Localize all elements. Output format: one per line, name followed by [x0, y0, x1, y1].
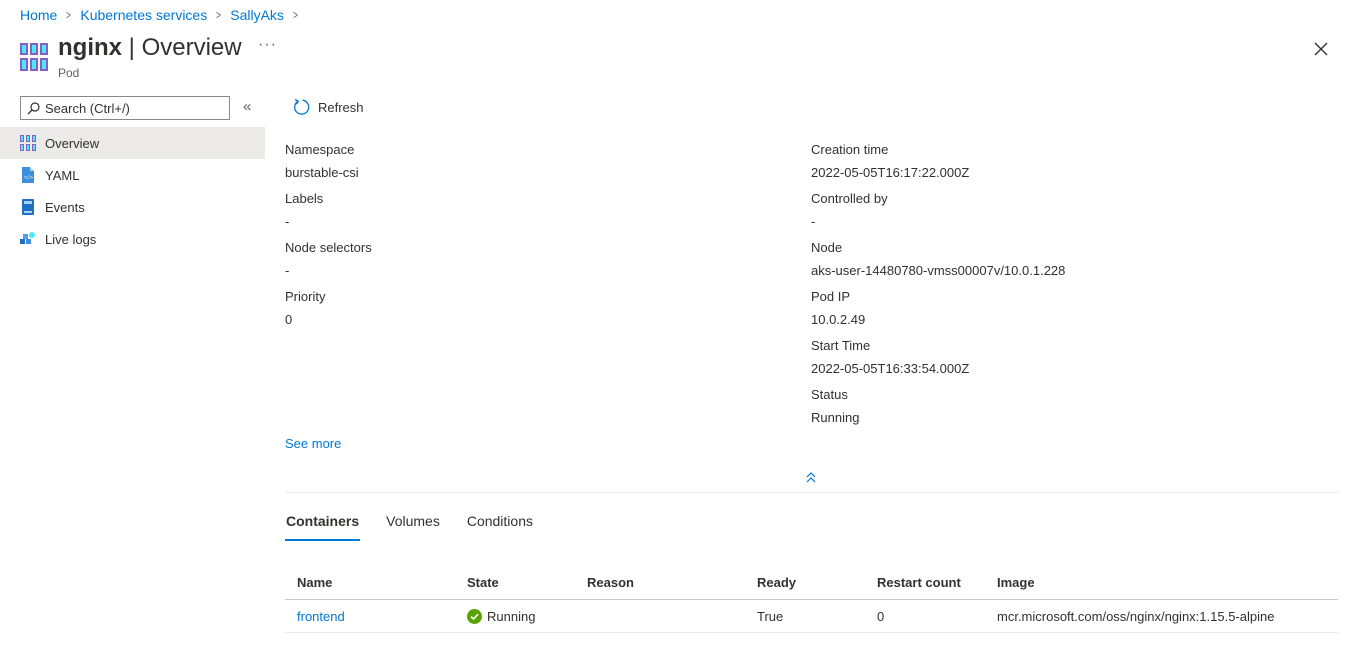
property-namespace: Namespace burstable-csi: [285, 142, 359, 180]
title-separator: |: [122, 34, 142, 61]
see-more-link[interactable]: See more: [285, 436, 341, 451]
refresh-button[interactable]: Refresh: [292, 98, 364, 116]
yaml-file-icon: </>: [22, 167, 34, 183]
refresh-label: Refresh: [318, 99, 364, 115]
property-pod-ip: Pod IP 10.0.2.49: [811, 289, 865, 327]
refresh-icon: [294, 98, 310, 115]
property-value: burstable-csi: [285, 165, 359, 180]
property-label: Status: [811, 387, 848, 402]
container-name-link[interactable]: frontend: [297, 609, 345, 624]
breadcrumb: Home > Kubernetes services > SallyAks >: [20, 7, 307, 23]
sidebar-item-overview[interactable]: Overview: [0, 127, 265, 159]
state-label: Running: [487, 608, 536, 624]
property-label: Priority: [285, 289, 326, 304]
sidebar-item-label: Live logs: [45, 231, 97, 247]
property-status: Status Running: [811, 387, 859, 425]
property-priority: Priority 0: [285, 289, 325, 327]
live-logs-icon: [20, 232, 35, 244]
breadcrumb-home[interactable]: Home: [20, 7, 57, 23]
property-value: -: [285, 214, 290, 229]
property-start-time: Start Time 2022-05-05T16:33:54.000Z: [811, 338, 969, 376]
property-creation-time: Creation time 2022-05-05T16:17:22.000Z: [811, 142, 969, 180]
resource-type: Pod: [58, 66, 80, 80]
sidebar-nav: Overview </> YAML Events Live logs: [0, 127, 265, 255]
sidebar-item-label: Events: [45, 199, 85, 215]
page-title: nginx | Overview: [58, 34, 242, 62]
cell-name: frontend: [285, 609, 455, 624]
cell-state: Running: [455, 608, 575, 624]
tab-conditions[interactable]: Conditions: [466, 513, 534, 541]
success-check-icon: [467, 608, 482, 624]
property-label: Start Time: [811, 338, 871, 353]
pod-icon: [20, 135, 36, 151]
property-value: -: [285, 263, 290, 278]
property-label: Namespace: [285, 142, 355, 157]
pod-resource-icon: [20, 43, 48, 71]
column-header-reason[interactable]: Reason: [575, 575, 745, 590]
close-icon[interactable]: [1312, 40, 1330, 58]
property-label: Controlled by: [811, 191, 888, 206]
breadcrumb-kubernetes-services[interactable]: Kubernetes services: [80, 7, 207, 23]
events-icon: [22, 199, 34, 215]
sidebar-item-events[interactable]: Events: [0, 191, 265, 223]
column-header-ready[interactable]: Ready: [745, 575, 865, 590]
svg-text:</>: </>: [24, 175, 33, 181]
sidebar-item-yaml[interactable]: </> YAML: [0, 159, 265, 191]
tab-containers[interactable]: Containers: [285, 513, 361, 541]
column-header-state[interactable]: State: [455, 575, 575, 590]
property-labels: Labels -: [285, 191, 323, 229]
sidebar-item-live-logs[interactable]: Live logs: [0, 223, 265, 255]
resource-name: nginx: [58, 34, 122, 61]
tab-volumes[interactable]: Volumes: [385, 513, 441, 541]
table-header: Name State Reason Ready Restart count Im…: [285, 565, 1338, 600]
cell-restart-count: 0: [877, 608, 885, 624]
cell-image: mcr.microsoft.com/oss/nginx/nginx:1.15.5…: [997, 608, 1275, 624]
property-node-selectors: Node selectors -: [285, 240, 372, 278]
property-label: Creation time: [811, 142, 889, 157]
breadcrumb-sallyaks[interactable]: SallyAks: [230, 7, 284, 23]
property-value: 2022-05-05T16:17:22.000Z: [811, 165, 970, 180]
cell-ready: True: [757, 608, 784, 624]
collapse-essentials-icon[interactable]: [804, 470, 818, 484]
chevron-right-icon: >: [292, 8, 298, 22]
divider: [285, 492, 1338, 493]
table-row: frontend Running True 0 mcr.microsoft.co…: [285, 600, 1338, 633]
chevron-right-icon: >: [66, 8, 72, 22]
search-input[interactable]: [45, 100, 225, 116]
sidebar-item-label: YAML: [45, 167, 80, 183]
page-name: Overview: [141, 34, 242, 61]
column-header-restart-count[interactable]: Restart count: [865, 575, 985, 590]
sidebar-search[interactable]: [20, 96, 230, 120]
search-icon: [27, 101, 40, 114]
collapse-sidebar-button[interactable]: «: [243, 98, 251, 115]
property-value: -: [811, 214, 816, 229]
property-label: Labels: [285, 191, 324, 206]
property-value: 10.0.2.49: [811, 312, 866, 327]
property-value: 2022-05-05T16:33:54.000Z: [811, 361, 970, 376]
more-options-button[interactable]: ···: [258, 36, 277, 54]
property-node: Node aks-user-14480780-vmss00007v/10.0.1…: [811, 240, 1065, 278]
property-value: aks-user-14480780-vmss00007v/10.0.1.228: [811, 263, 1066, 278]
property-value: Running: [811, 410, 860, 425]
property-label: Node selectors: [285, 240, 372, 255]
sidebar-item-label: Overview: [45, 135, 100, 151]
containers-table: Name State Reason Ready Restart count Im…: [285, 565, 1338, 633]
chevron-right-icon: >: [216, 8, 222, 22]
property-value: 0: [285, 312, 293, 327]
property-controlled-by: Controlled by -: [811, 191, 888, 229]
column-header-image[interactable]: Image: [985, 575, 1338, 590]
property-label: Node: [811, 240, 843, 255]
tab-bar: Containers Volumes Conditions: [285, 513, 559, 541]
column-header-name[interactable]: Name: [285, 575, 455, 590]
property-label: Pod IP: [811, 289, 851, 304]
